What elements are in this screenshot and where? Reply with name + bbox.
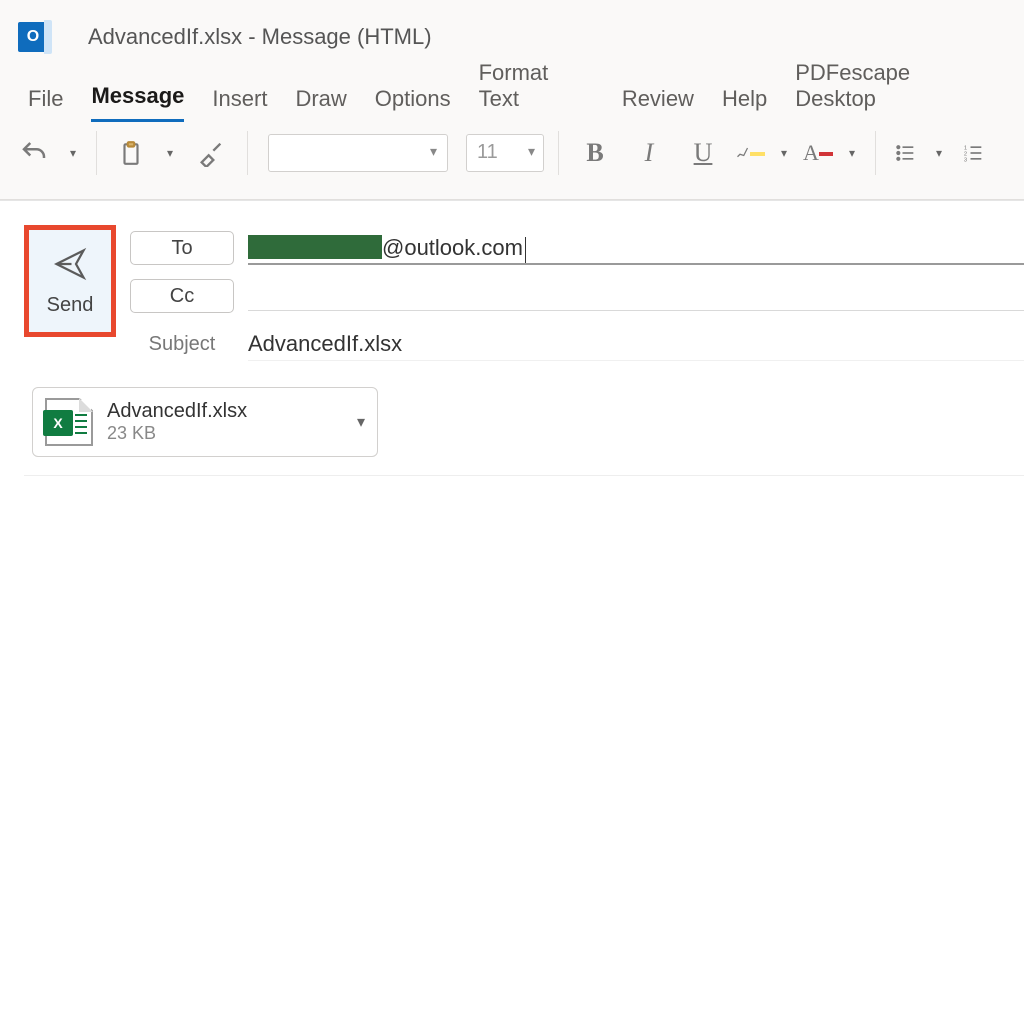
tab-pdfescape[interactable]: PDFescape Desktop [795, 56, 996, 122]
tab-options[interactable]: Options [375, 82, 451, 122]
svg-text:3: 3 [964, 157, 967, 163]
to-value: @outlook.com [382, 235, 523, 263]
redacted-recipient [248, 235, 382, 259]
bullets-dropdown[interactable]: ▾ [930, 133, 948, 173]
format-painter-button[interactable] [189, 133, 233, 173]
undo-button[interactable] [14, 133, 54, 173]
subject-field[interactable]: AdvancedIf.xlsx [248, 327, 1024, 361]
subject-value: AdvancedIf.xlsx [248, 331, 402, 357]
message-body[interactable] [24, 475, 1024, 1025]
bulleted-list-button[interactable] [890, 133, 920, 173]
text-cursor [525, 237, 526, 263]
underline-button[interactable]: U [681, 133, 725, 173]
number-list-icon: 1 2 3 [961, 143, 985, 163]
header-fields: To @outlook.com Cc Subject AdvancedIf.xl… [130, 225, 1024, 371]
to-field[interactable]: @outlook.com [248, 231, 1024, 265]
font-size-select[interactable]: 11 [466, 134, 544, 172]
send-label: Send [47, 294, 94, 317]
subject-row: Subject AdvancedIf.xlsx [130, 323, 1024, 365]
tab-message[interactable]: Message [91, 79, 184, 122]
bullet-list-icon [893, 143, 917, 163]
attachments-area: X AdvancedIf.xlsx 23 KB ▾ [24, 371, 1024, 469]
highlight-swatch [750, 152, 765, 156]
font-name-select[interactable] [268, 134, 448, 172]
tab-review[interactable]: Review [622, 82, 694, 122]
paintbrush-icon [196, 139, 226, 167]
attachment-name: AdvancedIf.xlsx [107, 400, 247, 423]
outlook-icon: O [18, 22, 48, 52]
cc-field[interactable] [248, 281, 1024, 311]
highlight-dropdown[interactable]: ▾ [775, 133, 793, 173]
tab-help[interactable]: Help [722, 82, 767, 122]
ribbon-tabs: File Message Insert Draw Options Format … [0, 74, 1024, 122]
to-row: To @outlook.com [130, 227, 1024, 269]
cc-row: Cc [130, 275, 1024, 317]
bold-button[interactable]: B [573, 133, 617, 173]
undo-dropdown[interactable]: ▾ [64, 133, 82, 173]
clipboard-icon [118, 138, 144, 168]
paste-button[interactable] [111, 133, 151, 173]
excel-file-icon: X [45, 398, 93, 446]
attachment-size: 23 KB [107, 423, 247, 444]
attachment-chip[interactable]: X AdvancedIf.xlsx 23 KB ▾ [32, 387, 378, 457]
excel-badge: X [43, 410, 73, 436]
separator [96, 131, 97, 175]
send-button[interactable]: Send [24, 225, 116, 337]
font-color-dropdown[interactable]: ▾ [843, 133, 861, 173]
separator [875, 131, 876, 175]
to-button[interactable]: To [130, 231, 234, 265]
separator [247, 131, 248, 175]
highlight-color-button[interactable] [735, 133, 765, 173]
undo-icon [19, 138, 49, 168]
window-title: AdvancedIf.xlsx - Message (HTML) [88, 24, 432, 50]
tab-format-text[interactable]: Format Text [479, 56, 594, 122]
paste-dropdown[interactable]: ▾ [161, 133, 179, 173]
separator [558, 131, 559, 175]
tab-insert[interactable]: Insert [212, 82, 267, 122]
ribbon: ▾ ▾ 11 B I U ▾ A ▾ ▾ [0, 122, 1024, 200]
font-color-glyph: A [803, 140, 819, 166]
compose-area: Send To @outlook.com Cc Subject Advanced… [0, 200, 1024, 1025]
italic-button[interactable]: I [627, 133, 671, 173]
cc-button[interactable]: Cc [130, 279, 234, 313]
subject-label: Subject [130, 333, 234, 356]
chevron-down-icon[interactable]: ▾ [357, 412, 365, 432]
numbered-list-button[interactable]: 1 2 3 [958, 133, 988, 173]
font-size-value: 11 [477, 141, 498, 164]
tab-file[interactable]: File [28, 82, 63, 122]
font-color-swatch [819, 152, 833, 156]
font-color-button[interactable]: A [803, 133, 833, 173]
highlighter-icon [735, 144, 750, 162]
tab-draw[interactable]: Draw [295, 82, 346, 122]
paper-plane-icon [47, 246, 93, 282]
